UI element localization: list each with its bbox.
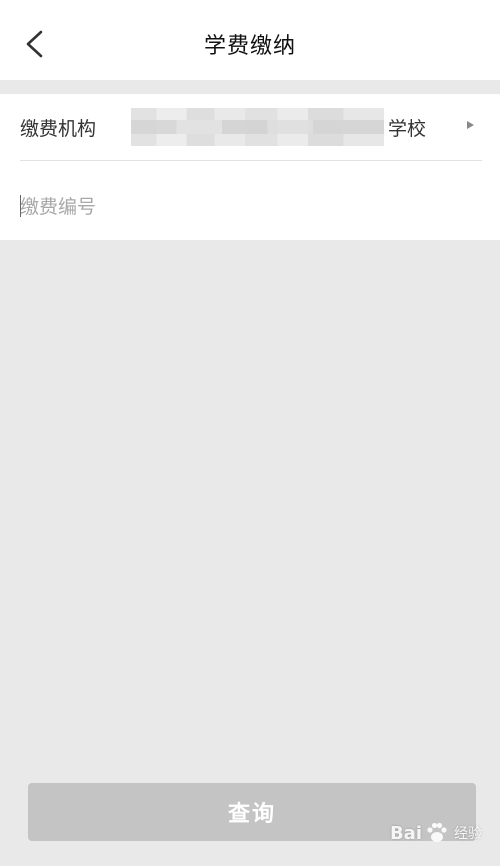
- institution-suffix: 学校: [388, 118, 427, 140]
- institution-label: 缴费机构: [20, 118, 97, 140]
- watermark: Bai 经验: [390, 820, 482, 846]
- watermark-brand: Bai: [389, 822, 422, 844]
- payment-form-card: 缴费机构 学校: [0, 94, 500, 240]
- institution-name-blurred: [131, 108, 384, 146]
- app-header: 学费缴纳: [0, 0, 500, 80]
- triangle-right-icon: [467, 121, 474, 129]
- payment-number-input[interactable]: [20, 190, 460, 224]
- institution-row[interactable]: 缴费机构 学校: [20, 94, 482, 160]
- status-bar-fragment: [230, 0, 410, 4]
- text-caret: [20, 195, 21, 217]
- page-title: 学费缴纳: [203, 34, 296, 59]
- paw-icon: [427, 822, 447, 842]
- row-divider: [20, 160, 482, 161]
- watermark-tail: 经验: [454, 826, 482, 842]
